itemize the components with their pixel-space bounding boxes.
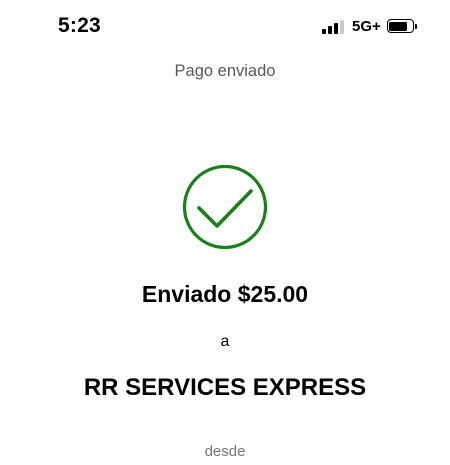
to-label: a <box>220 333 230 350</box>
battery-cap <box>414 23 417 29</box>
signal-bar <box>334 23 338 34</box>
checkmark-circle-icon <box>182 164 268 250</box>
status-bar: 5:23 5G+ <box>0 0 450 50</box>
page-title: Pago enviado <box>174 62 276 80</box>
signal-bar <box>340 20 344 34</box>
signal-bar <box>328 26 332 34</box>
network-type: 5G+ <box>352 17 381 35</box>
cellular-signal-icon <box>322 18 346 34</box>
check-circle-outline <box>182 164 268 250</box>
battery-icon <box>386 19 414 33</box>
status-time: 5:23 <box>58 14 101 37</box>
check-mark <box>197 189 253 228</box>
battery-level-fill <box>389 21 407 31</box>
sent-amount-text: Enviado $25.00 <box>141 281 309 307</box>
status-indicators: 5G+ <box>322 16 417 36</box>
recipient-name: RR SERVICES EXPRESS <box>83 374 367 401</box>
signal-bar <box>322 29 326 34</box>
from-label: desde <box>204 443 246 460</box>
